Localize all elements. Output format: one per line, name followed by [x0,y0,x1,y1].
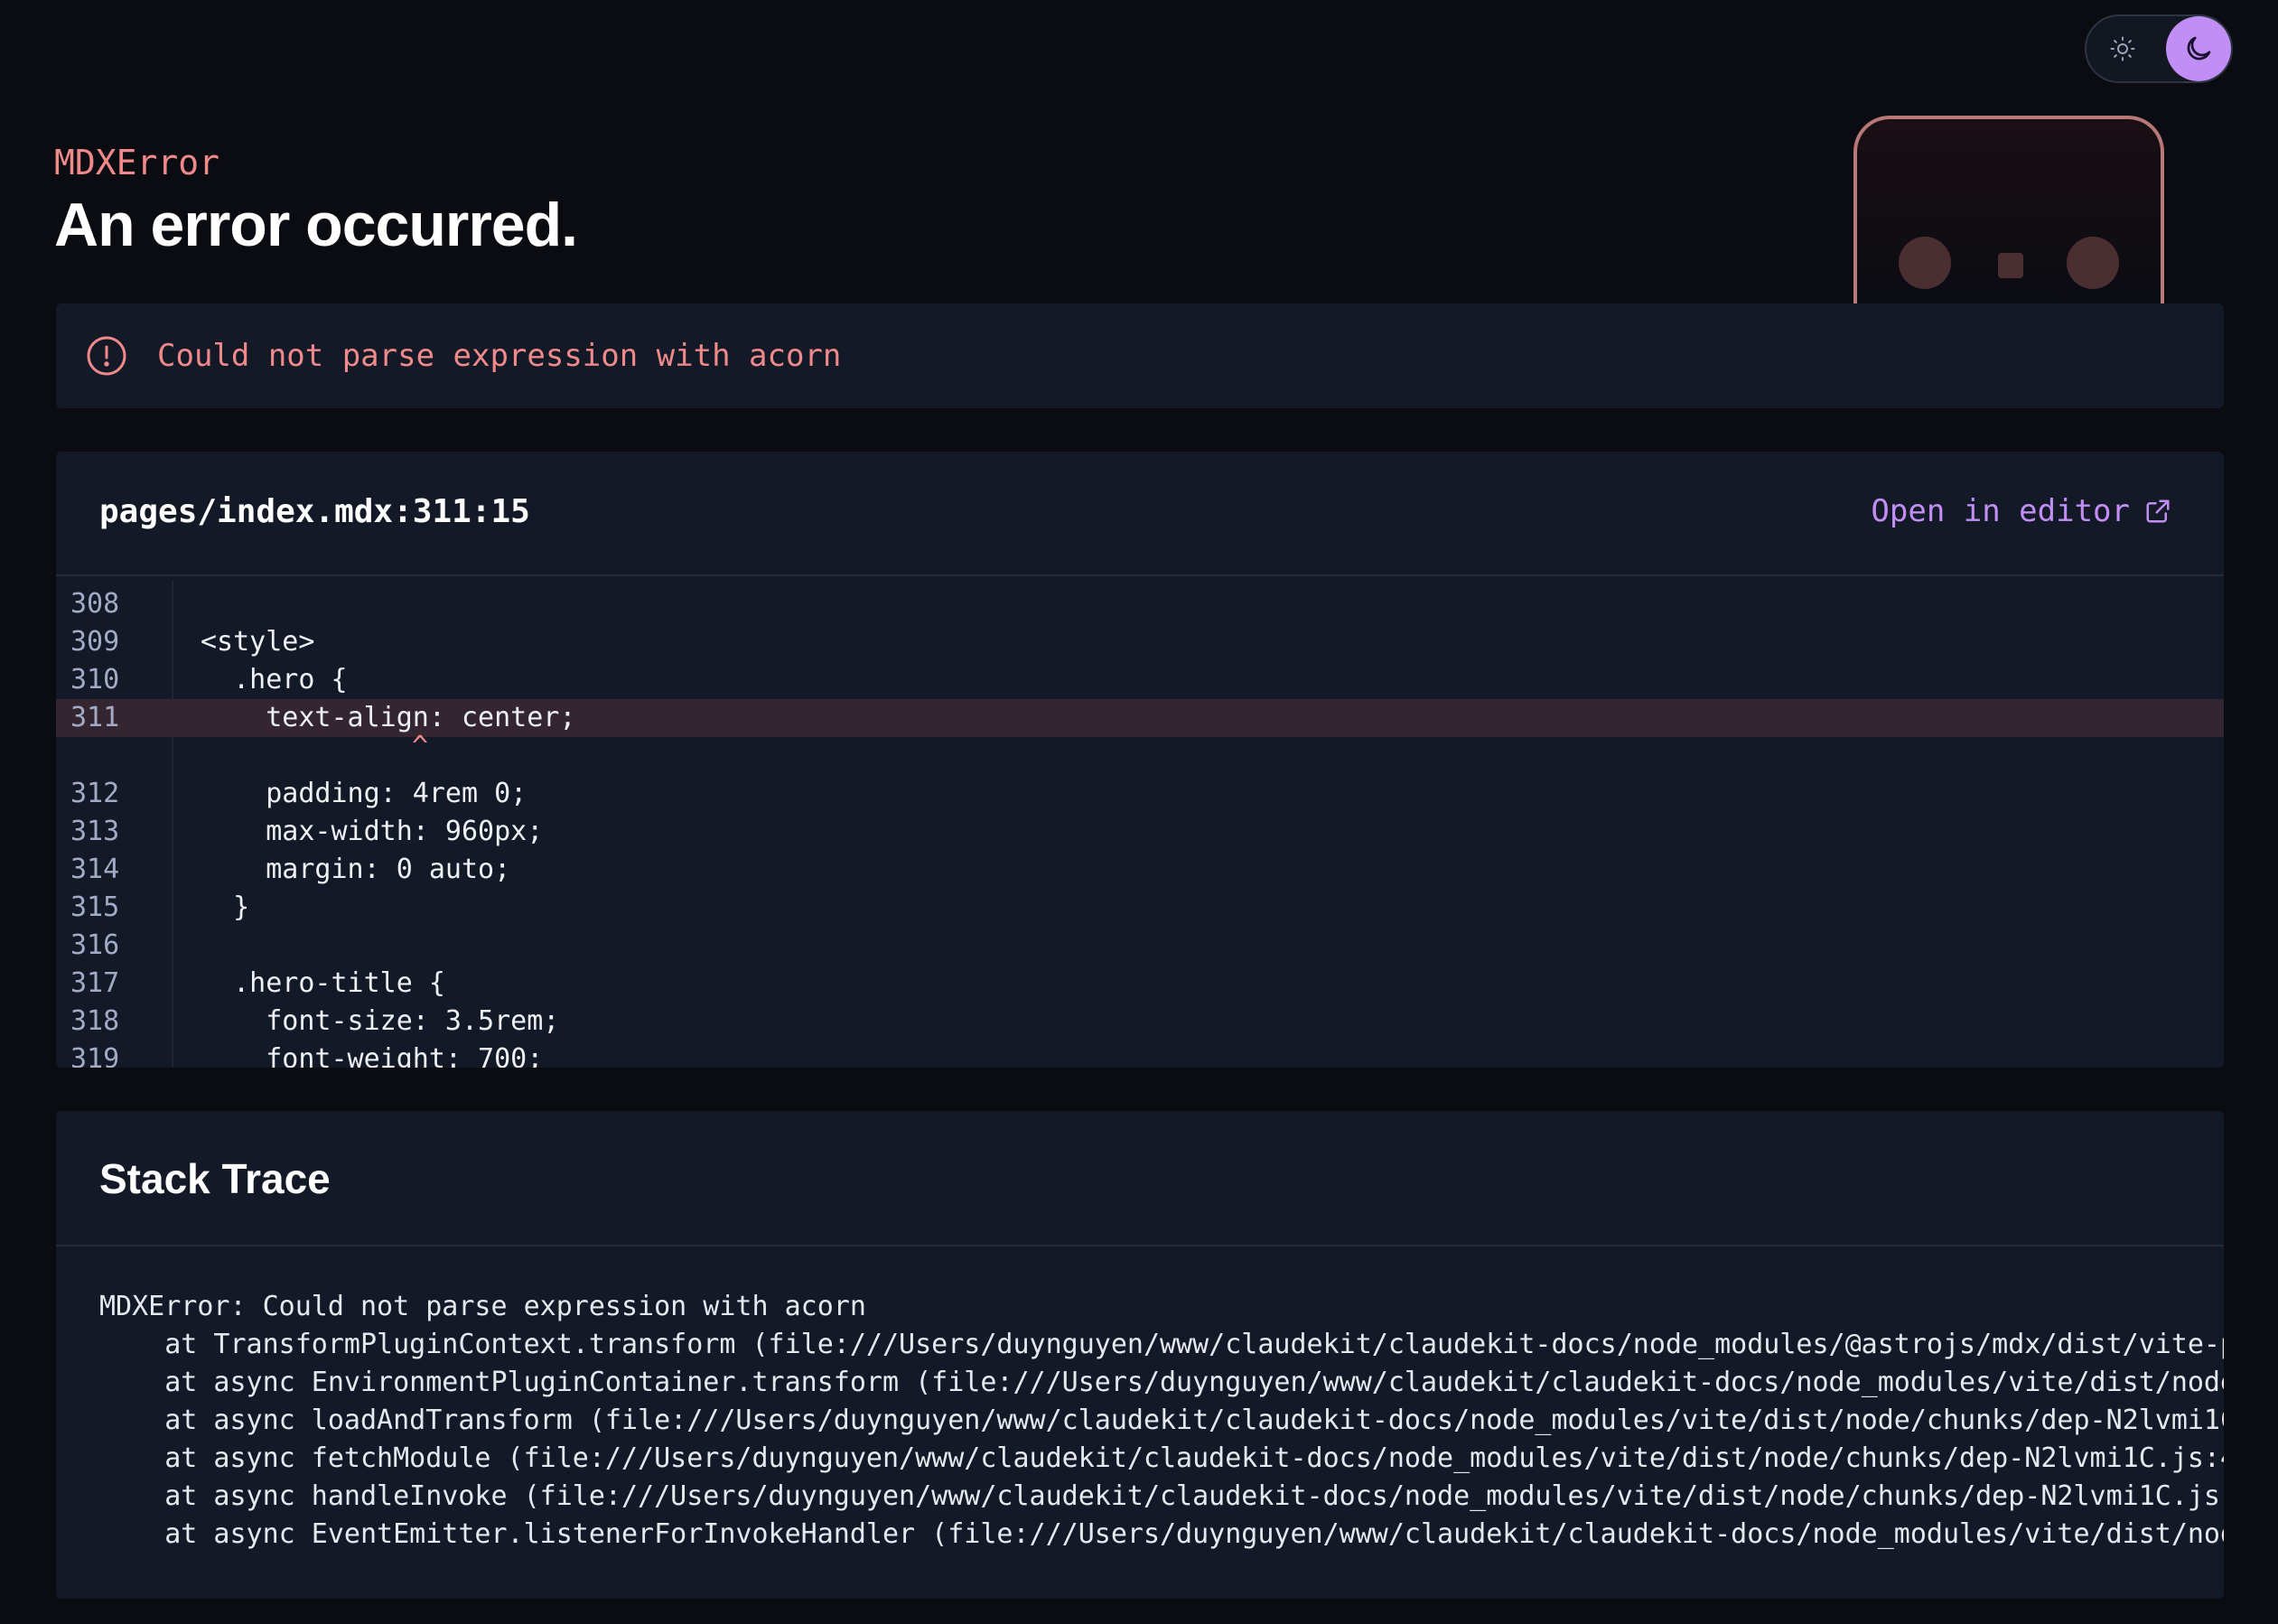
mascot-left-eye [1899,237,1951,289]
code-line: 313 max-width: 960px; [56,813,2224,851]
line-number: 319 [70,1043,120,1068]
code-frame-panel: pages/index.mdx:311:15 Open in editor 30… [56,452,2224,1068]
line-number: 317 [70,967,120,999]
line-code: <style> [201,626,315,658]
stack-trace-line: at async handleInvoke (file:///Users/duy… [99,1480,2224,1512]
stack-trace-line: at async EnvironmentPluginContainer.tran… [99,1367,2224,1398]
line-number: 313 [70,816,120,847]
line-code: margin: 0 auto; [201,854,511,885]
code-line: 318 font-size: 3.5rem; [56,1003,2224,1041]
stack-trace-line: MDXError: Could not parse expression wit… [99,1291,866,1322]
line-number: 318 [70,1005,120,1037]
code-line: 312 padding: 4rem 0; [56,775,2224,813]
stack-trace-panel: Stack Trace MDXError: Could not parse ex… [56,1111,2224,1599]
line-code: font-weight: 700; [201,1043,544,1068]
theme-toggle[interactable] [2085,14,2233,83]
line-code: max-width: 960px; [201,816,544,847]
code-line: 310 .hero { [56,661,2224,699]
error-message: Could not parse expression with acorn [157,338,842,374]
code-line: 319 font-weight: 700; [56,1041,2224,1068]
line-number: 315 [70,891,120,923]
line-number: 316 [70,929,120,961]
code-line: 309 <style> [56,623,2224,661]
line-number: 309 [70,626,120,658]
line-code: font-size: 3.5rem; [201,1005,560,1037]
dark-theme-button[interactable] [2166,16,2231,81]
code-frame-header: pages/index.mdx:311:15 Open in editor [56,452,2224,576]
error-caret: ^ [412,731,429,762]
mascot-right-eye [2067,237,2119,289]
stack-trace-line: at async fetchModule (file:///Users/duyn… [99,1442,2224,1474]
line-code: .hero { [201,664,348,695]
alert-circle-icon [87,336,126,376]
line-code: text-align: center; [201,702,576,733]
stack-trace-line: at TransformPluginContext.transform (fil… [99,1329,2224,1360]
line-number: 308 [70,588,120,620]
stack-trace-line: at async loadAndTransform (file:///Users… [99,1405,2224,1436]
line-code: .hero-title { [201,967,445,999]
houston-mascot-illustration [1853,116,2164,305]
code-line: 308 [56,585,2224,623]
line-number: 314 [70,854,120,885]
open-in-editor-label: Open in editor [1871,493,2130,529]
code-frame-body: 308 309 <style> 310 .hero {311 text-align: … [56,580,2224,1068]
sun-icon [2110,36,2135,61]
code-line: 315 } [56,889,2224,927]
line-number: 310 [70,664,120,695]
error-name: MDXError [54,143,220,182]
line-number: 312 [70,778,120,809]
code-line: 314 margin: 0 auto; [56,851,2224,889]
mascot-mouth [1998,253,2023,278]
stack-trace-header: Stack Trace [56,1111,2224,1246]
file-location: pages/index.mdx:311:15 [99,493,530,530]
open-in-editor-link[interactable]: Open in editor [1871,493,2171,529]
code-line-highlighted: 311 text-align: center; [56,699,2224,737]
light-theme-button[interactable] [2090,16,2155,81]
external-link-icon [2146,499,2170,523]
stack-trace-line: at async EventEmitter.listenerForInvokeH… [99,1518,2224,1550]
code-line: 317 .hero-title { [56,965,2224,1003]
stack-trace-title: Stack Trace [99,1155,331,1202]
line-number: 311 [70,702,120,733]
error-message-panel: Could not parse expression with acorn [56,303,2224,408]
line-code: padding: 4rem 0; [201,778,527,809]
page-title: An error occurred. [54,191,578,259]
moon-icon [2187,36,2211,61]
line-code: } [201,891,250,923]
stack-trace-body: MDXError: Could not parse expression wit… [99,1288,2224,1554]
code-line: 316 [56,927,2224,965]
